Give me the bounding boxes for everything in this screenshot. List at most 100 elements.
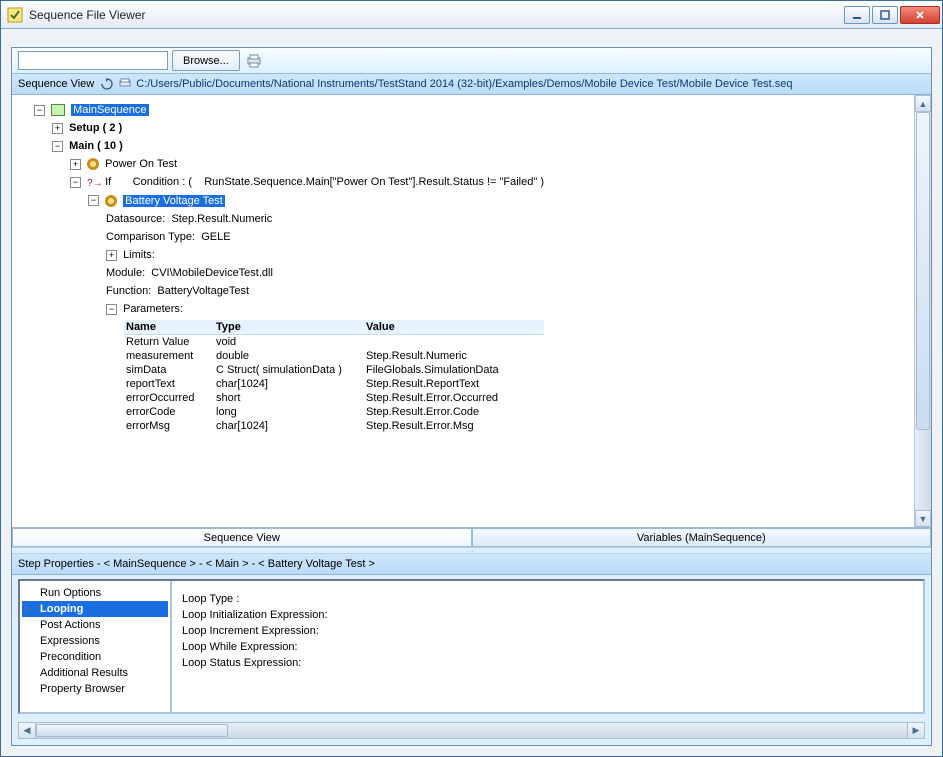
main-label: Main ( 10 ) [69,140,123,152]
sequence-tree[interactable]: − MainSequence + Setup ( 2 ) − Main ( 10… [12,95,914,527]
step-properties-header: Step Properties - < MainSequence > - < M… [12,554,931,575]
sequence-view-header: Sequence View C:/Users/Public/Documents/… [12,74,931,95]
sequence-file-path: C:/Users/Public/Documents/National Instr… [136,78,792,90]
table-header-row: Name Type Value [124,320,544,335]
scroll-left-icon[interactable]: ◀ [19,723,36,738]
tree-main[interactable]: − Main ( 10 ) [16,137,910,155]
comparison-value: GELE [201,231,230,243]
collapse-icon[interactable]: − [106,304,117,315]
prop-post-actions[interactable]: Post Actions [22,617,168,633]
expand-icon[interactable]: + [70,159,81,170]
loop-increment: Loop Increment Expression: [182,623,913,639]
properties-detail: Loop Type : Loop Initialization Expressi… [172,581,923,712]
prop-precondition[interactable]: Precondition [22,649,168,665]
power-on-label: Power On Test [105,158,177,170]
print-small-icon[interactable] [118,77,132,91]
table-row[interactable]: simDataC Struct( simulationData )FileGlo… [124,363,544,377]
module-label: Module: [106,267,145,279]
scroll-right-icon[interactable]: ▶ [907,723,924,738]
split-container: − MainSequence + Setup ( 2 ) − Main ( 10… [12,95,931,745]
view-tabs: Sequence View Variables (MainSequence) [12,528,931,547]
scroll-up-icon[interactable]: ▲ [915,95,931,112]
loop-status: Loop Status Expression: [182,655,913,671]
if-condition-label: Condition : ( [133,176,192,188]
sequence-icon [51,104,65,116]
horizontal-scrollbar[interactable]: ◀ ▶ [18,722,925,739]
limits-label: Limits: [123,249,155,261]
file-path-input[interactable] [18,51,168,70]
loop-type: Loop Type : [182,591,913,607]
collapse-icon[interactable]: − [34,105,45,116]
browse-toolbar: Browse... [12,48,931,74]
tree-setup[interactable]: + Setup ( 2 ) [16,119,910,137]
detail-function: Function: BatteryVoltageTest [16,282,910,300]
scroll-track[interactable] [915,112,931,510]
table-row[interactable]: errorCodelongStep.Result.Error.Code [124,405,544,419]
step-icon [105,195,117,207]
table-row[interactable]: errorMsgchar[1024]Step.Result.Error.Msg [124,419,544,433]
collapse-icon[interactable]: − [52,141,63,152]
refresh-icon[interactable] [100,77,114,91]
parameters-table: Name Type Value Return Valuevoid measure… [124,320,544,433]
step-icon [87,158,99,170]
tree-root[interactable]: − MainSequence [16,101,910,119]
scroll-down-icon[interactable]: ▼ [915,510,931,527]
header-value: Value [364,320,544,334]
detail-module: Module: CVI\MobileDeviceTest.dll [16,264,910,282]
scroll-thumb[interactable] [916,112,930,430]
table-row[interactable]: Return Valuevoid [124,335,544,349]
if-condition-value: RunState.Sequence.Main["Power On Test"].… [204,176,544,188]
close-button[interactable] [900,6,940,24]
horizontal-splitter[interactable]: ···· [12,547,931,554]
if-label: If [105,176,111,188]
collapse-icon[interactable]: − [88,195,99,206]
prop-expressions[interactable]: Expressions [22,633,168,649]
properties-container: Run Options Looping Post Actions Express… [18,579,925,714]
prop-looping[interactable]: Looping [22,601,168,617]
tab-variables[interactable]: Variables (MainSequence) [472,528,932,547]
function-value: BatteryVoltageTest [157,285,249,297]
tree-if[interactable]: − ?→ If Condition : ( RunState.Sequence.… [16,173,910,191]
browse-button[interactable]: Browse... [172,50,240,71]
expand-icon[interactable]: + [106,250,117,261]
minimize-button[interactable] [844,6,870,24]
header-type: Type [214,320,364,334]
vertical-scrollbar[interactable]: ▲ ▼ [914,95,931,527]
detail-datasource: Datasource: Step.Result.Numeric [16,210,910,228]
table-row[interactable]: reportTextchar[1024]Step.Result.ReportTe… [124,377,544,391]
tree-power-on[interactable]: + Power On Test [16,155,910,173]
root-label: MainSequence [71,104,148,116]
title-bar[interactable]: Sequence File Viewer [1,1,942,29]
print-icon[interactable] [246,53,262,69]
sequence-tree-area: − MainSequence + Setup ( 2 ) − Main ( 10… [12,95,931,528]
scroll-thumb[interactable] [36,724,228,737]
scroll-track[interactable] [36,723,907,738]
detail-parameters[interactable]: − Parameters: [16,300,910,318]
datasource-label: Datasource: [106,213,165,225]
prop-additional-results[interactable]: Additional Results [22,665,168,681]
window-controls [844,6,940,24]
module-value: CVI\MobileDeviceTest.dll [151,267,273,279]
step-properties-title: Step Properties - < MainSequence > - < M… [18,558,375,570]
detail-comparison: Comparison Type: GELE [16,228,910,246]
maximize-button[interactable] [872,6,898,24]
loop-init: Loop Initialization Expression: [182,607,913,623]
properties-category-list: Run Options Looping Post Actions Express… [20,581,172,712]
tab-sequence-view[interactable]: Sequence View [12,528,472,547]
detail-limits[interactable]: + Limits: [16,246,910,264]
tree-battery[interactable]: − Battery Voltage Test [16,191,910,209]
collapse-icon[interactable]: − [70,177,81,188]
table-row[interactable]: errorOccurredshortStep.Result.Error.Occu… [124,391,544,405]
if-icon: ?→ [87,176,99,188]
client-area: Browse... Sequence View C:/Users/Public/… [1,29,942,756]
table-row[interactable]: measurementdoubleStep.Result.Numeric [124,349,544,363]
parameters-label: Parameters: [123,303,183,315]
prop-property-browser[interactable]: Property Browser [22,681,168,697]
function-label: Function: [106,285,151,297]
expand-icon[interactable]: + [52,123,63,134]
prop-run-options[interactable]: Run Options [22,585,168,601]
datasource-value: Step.Result.Numeric [171,213,272,225]
window-title: Sequence File Viewer [29,8,844,22]
main-panel: Browse... Sequence View C:/Users/Public/… [11,47,932,746]
loop-while: Loop While Expression: [182,639,913,655]
